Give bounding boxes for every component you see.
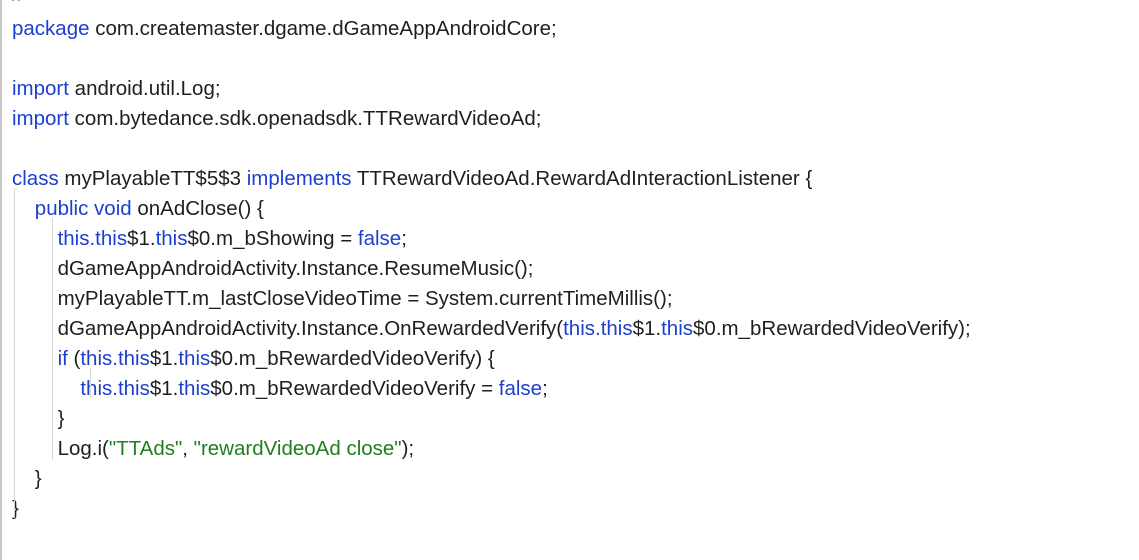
indent-guide [52, 218, 53, 460]
keyword-token: this.this [80, 347, 150, 370]
code-token: ( [67, 347, 81, 370]
keyword-token: this [178, 347, 211, 370]
indent-guide [90, 368, 91, 398]
keyword-token: this.this [563, 317, 633, 340]
code-token: myPlayableTT$5$3 [58, 167, 247, 190]
code-line[interactable]: import com.bytedance.sdk.openadsdk.TTRew… [12, 104, 542, 134]
code-line[interactable]: class myPlayableTT$5$3 implements TTRewa… [12, 164, 812, 194]
code-token: $0.m_bRewardedVideoVerify); [693, 317, 971, 340]
keyword-token: implements [246, 167, 352, 190]
code-token: com.bytedance.sdk.openadsdk.TTRewardVide… [68, 107, 542, 130]
code-line[interactable]: } [12, 464, 42, 494]
code-token: $0.m_bRewardedVideoVerify) { [210, 347, 495, 370]
code-token: $1. [149, 347, 179, 370]
code-token: TTRewardVideoAd.RewardAdInteractionListe… [351, 167, 813, 190]
code-token: $1. [149, 377, 179, 400]
gutter-marker [0, 0, 2, 560]
code-line[interactable]: import android.util.Log; [12, 74, 221, 104]
keyword-token: this [155, 227, 188, 250]
code-token: $0.m_bShowing = [187, 227, 358, 250]
keyword-token: false [357, 227, 402, 250]
keyword-token: public void [34, 197, 132, 220]
code-token: ); [401, 437, 415, 460]
keyword-token: import [12, 107, 69, 130]
code-token: myPlayableTT.m_lastCloseVideoTime = Syst… [12, 287, 673, 310]
code-token: android.util.Log; [68, 77, 221, 100]
code-token: ; [401, 227, 407, 250]
code-token: $1. [127, 227, 156, 250]
code-token: } [12, 467, 42, 490]
comment-line: // [12, 0, 23, 10]
code-token: } [12, 407, 65, 430]
code-token: ; [542, 377, 548, 400]
code-token: dGameAppAndroidActivity.Instance.OnRewar… [12, 317, 564, 340]
code-token: dGameAppAndroidActivity.Instance.ResumeM… [12, 257, 534, 280]
code-line[interactable]: Log.i("TTAds", "rewardVideoAd close"); [12, 434, 415, 464]
string-token: "TTAds" [108, 437, 183, 460]
keyword-token: import [12, 77, 69, 100]
keyword-token: class [12, 167, 59, 190]
code-token: $0.m_bRewardedVideoVerify = [210, 377, 499, 400]
code-token: , [182, 437, 194, 460]
keyword-token: if [57, 347, 68, 370]
code-line[interactable]: myPlayableTT.m_lastCloseVideoTime = Syst… [12, 284, 673, 314]
code-line[interactable]: public void onAdClose() { [12, 194, 264, 224]
code-line[interactable]: } [12, 404, 65, 434]
code-line[interactable]: if (this.this$1.this$0.m_bRewardedVideoV… [12, 344, 495, 374]
code-token: $1. [632, 317, 662, 340]
code-line[interactable]: this.this$1.this$0.m_bRewardedVideoVerif… [12, 374, 548, 404]
code-token: com.createmaster.dgame.dGameAppAndroidCo… [89, 17, 557, 40]
keyword-token: package [12, 17, 90, 40]
indent-guide [14, 188, 15, 518]
code-line[interactable]: dGameAppAndroidActivity.Instance.OnRewar… [12, 314, 971, 344]
code-line[interactable]: dGameAppAndroidActivity.Instance.ResumeM… [12, 254, 534, 284]
code-editor[interactable]: // package com.createmaster.dgame.dGameA… [0, 0, 1139, 560]
code-line[interactable]: package com.createmaster.dgame.dGameAppA… [12, 14, 557, 44]
keyword-token: this.this [57, 227, 128, 250]
string-token: "rewardVideoAd close" [193, 437, 402, 460]
keyword-token: this [661, 317, 694, 340]
keyword-token: false [498, 377, 543, 400]
keyword-token: this [178, 377, 211, 400]
code-token: onAdClose() { [131, 197, 264, 220]
code-token: Log.i( [12, 437, 109, 460]
code-line[interactable]: this.this$1.this$0.m_bShowing = false; [12, 224, 407, 254]
